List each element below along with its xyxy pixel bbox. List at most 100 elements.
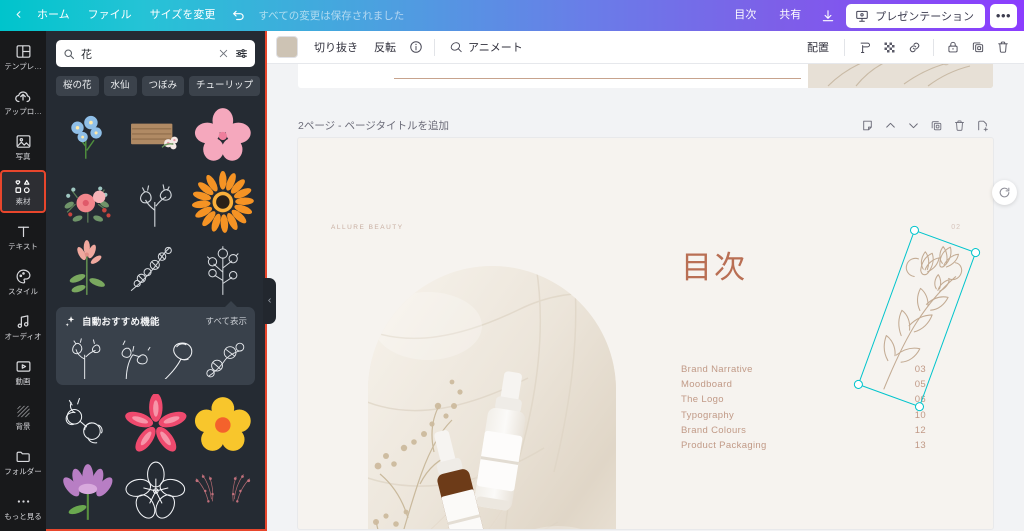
sidebar-item-background[interactable]: 背景 bbox=[1, 396, 45, 437]
selected-element-wrapper[interactable] bbox=[852, 224, 982, 413]
resize-handle-top-left[interactable] bbox=[908, 224, 921, 237]
top-toolbar: ホーム ファイル サイズを変更 すべての変更は保存されました 目次 共有 プレゼ… bbox=[0, 0, 1024, 31]
chip-sakura[interactable]: 桜の花 bbox=[56, 76, 99, 97]
toc-button[interactable]: 目次 bbox=[725, 5, 765, 26]
chevron-right-icon[interactable] bbox=[265, 81, 267, 92]
sticker-tiny-floral-spray[interactable] bbox=[191, 460, 255, 522]
sticker-pink-plumeria[interactable] bbox=[124, 394, 188, 456]
home-button[interactable]: ホーム bbox=[28, 5, 79, 26]
selection-bounding-box bbox=[852, 224, 982, 413]
share-button[interactable]: 共有 bbox=[770, 5, 810, 26]
search-input[interactable] bbox=[81, 47, 212, 60]
sticker-sketch-blossom-cluster[interactable] bbox=[204, 333, 248, 379]
sticker-line-art-vine[interactable] bbox=[124, 237, 188, 299]
sticker-wooden-sign-flowers[interactable] bbox=[124, 105, 188, 167]
previous-slide-preview[interactable] bbox=[298, 64, 993, 88]
crop-button[interactable]: 切り抜き bbox=[306, 35, 366, 59]
auto-recommend-title: 自動おすすめ機能 bbox=[82, 317, 160, 329]
slide-toc-title[interactable]: 目次 bbox=[681, 242, 747, 287]
sidebar-item-text[interactable]: テキスト bbox=[1, 216, 45, 257]
sidebar-item-folders[interactable]: フォルダー bbox=[1, 441, 45, 482]
download-icon[interactable] bbox=[815, 4, 841, 28]
flip-button[interactable]: 反転 bbox=[366, 35, 404, 59]
close-icon[interactable] bbox=[218, 48, 229, 59]
present-button-label: プレゼンテーション bbox=[875, 10, 974, 23]
sticker-grid-top bbox=[56, 105, 255, 299]
top-toolbar-left: ホーム ファイル サイズを変更 すべての変更は保存されました bbox=[0, 5, 404, 26]
move-down-icon[interactable] bbox=[903, 115, 924, 136]
file-menu-button[interactable]: ファイル bbox=[79, 5, 141, 26]
previous-slide-rule bbox=[394, 78, 801, 80]
slide-photo-element[interactable] bbox=[368, 266, 616, 529]
sticker-floral-bouquet[interactable] bbox=[56, 171, 120, 233]
slide-brand-label[interactable]: ALLURE BEAUTY bbox=[331, 224, 404, 231]
link-icon[interactable] bbox=[902, 35, 926, 59]
canvas-rotate-refresh-button[interactable] bbox=[992, 180, 1017, 205]
sidebar-item-more-label: もっと見る bbox=[4, 512, 42, 522]
slide-page-number[interactable]: 02 bbox=[951, 224, 961, 231]
sidebar-item-uploads-label: アップロ… bbox=[4, 107, 42, 117]
sticker-sketch-bellflower-2[interactable] bbox=[111, 333, 155, 380]
slide-canvas[interactable]: ALLURE BEAUTY 02 目次 Brand Narrative 03 M… bbox=[298, 138, 993, 529]
undo-icon[interactable] bbox=[224, 6, 254, 26]
toc-label: Moodboard bbox=[681, 379, 733, 391]
add-page-icon[interactable] bbox=[972, 115, 993, 136]
resize-handle-top-right[interactable] bbox=[969, 246, 982, 259]
move-up-icon[interactable] bbox=[880, 115, 901, 136]
sticker-orange-gerbera[interactable] bbox=[191, 171, 255, 234]
sidebar-item-styles[interactable]: スタイル bbox=[1, 261, 45, 302]
chip-bud[interactable]: つぼみ bbox=[141, 76, 185, 97]
sticker-pink-hibiscus[interactable] bbox=[191, 105, 255, 167]
sidebar-item-uploads[interactable]: アップロ… bbox=[1, 81, 45, 122]
panel-collapse-handle[interactable] bbox=[263, 278, 276, 324]
search-bar[interactable] bbox=[56, 40, 255, 67]
canvas-scroll-area[interactable]: 2ページ - ページタイトルを追加 ALLURE BEAUTY 02 目次 Br… bbox=[267, 64, 1024, 531]
toc-row[interactable]: Typography 10 bbox=[681, 410, 926, 421]
chip-tulip[interactable]: チューリップ bbox=[189, 76, 261, 97]
toc-row[interactable]: Brand Colours 12 bbox=[681, 425, 926, 436]
resize-button[interactable]: サイズを変更 bbox=[141, 5, 225, 26]
more-options-button[interactable]: ••• bbox=[990, 3, 1017, 28]
duplicate-icon[interactable] bbox=[966, 35, 990, 59]
sticker-line-art-twin-bloom[interactable] bbox=[124, 171, 188, 233]
sticker-line-art-berry-branch[interactable] bbox=[191, 237, 255, 299]
sticker-white-outline-orchid[interactable] bbox=[56, 394, 120, 456]
sticker-sketch-tulip-outline[interactable] bbox=[157, 333, 201, 380]
present-button[interactable]: プレゼンテーション bbox=[846, 3, 985, 28]
auto-recommend-show-all[interactable]: すべて表示 bbox=[205, 315, 247, 327]
animate-button-label: アニメート bbox=[468, 42, 523, 54]
animate-button[interactable]: アニメート bbox=[441, 35, 531, 59]
photo-icon bbox=[14, 132, 33, 151]
sidebar-item-elements[interactable]: 素材 bbox=[0, 170, 46, 213]
sidebar-item-more[interactable]: もっと見る bbox=[1, 486, 45, 527]
toc-row[interactable]: Product Packaging 13 bbox=[681, 440, 926, 451]
filter-sliders-icon[interactable] bbox=[235, 47, 248, 60]
sidebar-item-templates-label: テンプレ… bbox=[4, 62, 42, 72]
position-button[interactable]: 配置 bbox=[799, 35, 837, 59]
styles-palette-icon bbox=[14, 267, 33, 286]
info-circle-icon[interactable] bbox=[404, 35, 428, 59]
sidebar-item-templates[interactable]: テンプレ… bbox=[1, 36, 45, 77]
sticker-sketch-bellflower-1[interactable] bbox=[64, 333, 108, 380]
duplicate-page-icon[interactable] bbox=[926, 115, 947, 136]
lock-icon[interactable] bbox=[941, 35, 965, 59]
sticker-blue-forget-me-not[interactable] bbox=[56, 105, 120, 167]
sidebar-item-audio[interactable]: オーディオ bbox=[1, 306, 45, 347]
sticker-purple-lotus[interactable] bbox=[56, 460, 120, 522]
sticker-yellow-daisy-flat[interactable] bbox=[191, 394, 255, 456]
chip-daffodil[interactable]: 水仙 bbox=[103, 76, 137, 97]
video-icon bbox=[14, 357, 33, 376]
sidebar-item-folders-label: フォルダー bbox=[4, 467, 42, 477]
back-icon[interactable] bbox=[11, 6, 28, 26]
transparency-icon[interactable] bbox=[877, 35, 901, 59]
page-title-input[interactable]: 2ページ - ページタイトルを追加 bbox=[298, 118, 449, 133]
sticker-pink-lily-stem[interactable] bbox=[56, 237, 120, 299]
color-swatch-button[interactable] bbox=[276, 36, 298, 58]
sidebar-item-videos[interactable]: 動画 bbox=[1, 351, 45, 392]
delete-page-icon[interactable] bbox=[949, 115, 970, 136]
sidebar-item-photos[interactable]: 写真 bbox=[1, 126, 45, 167]
note-icon[interactable] bbox=[857, 115, 878, 136]
sticker-white-line-hibiscus[interactable] bbox=[124, 460, 188, 522]
magic-wand-icon[interactable] bbox=[852, 35, 876, 59]
trash-icon[interactable] bbox=[991, 35, 1015, 59]
